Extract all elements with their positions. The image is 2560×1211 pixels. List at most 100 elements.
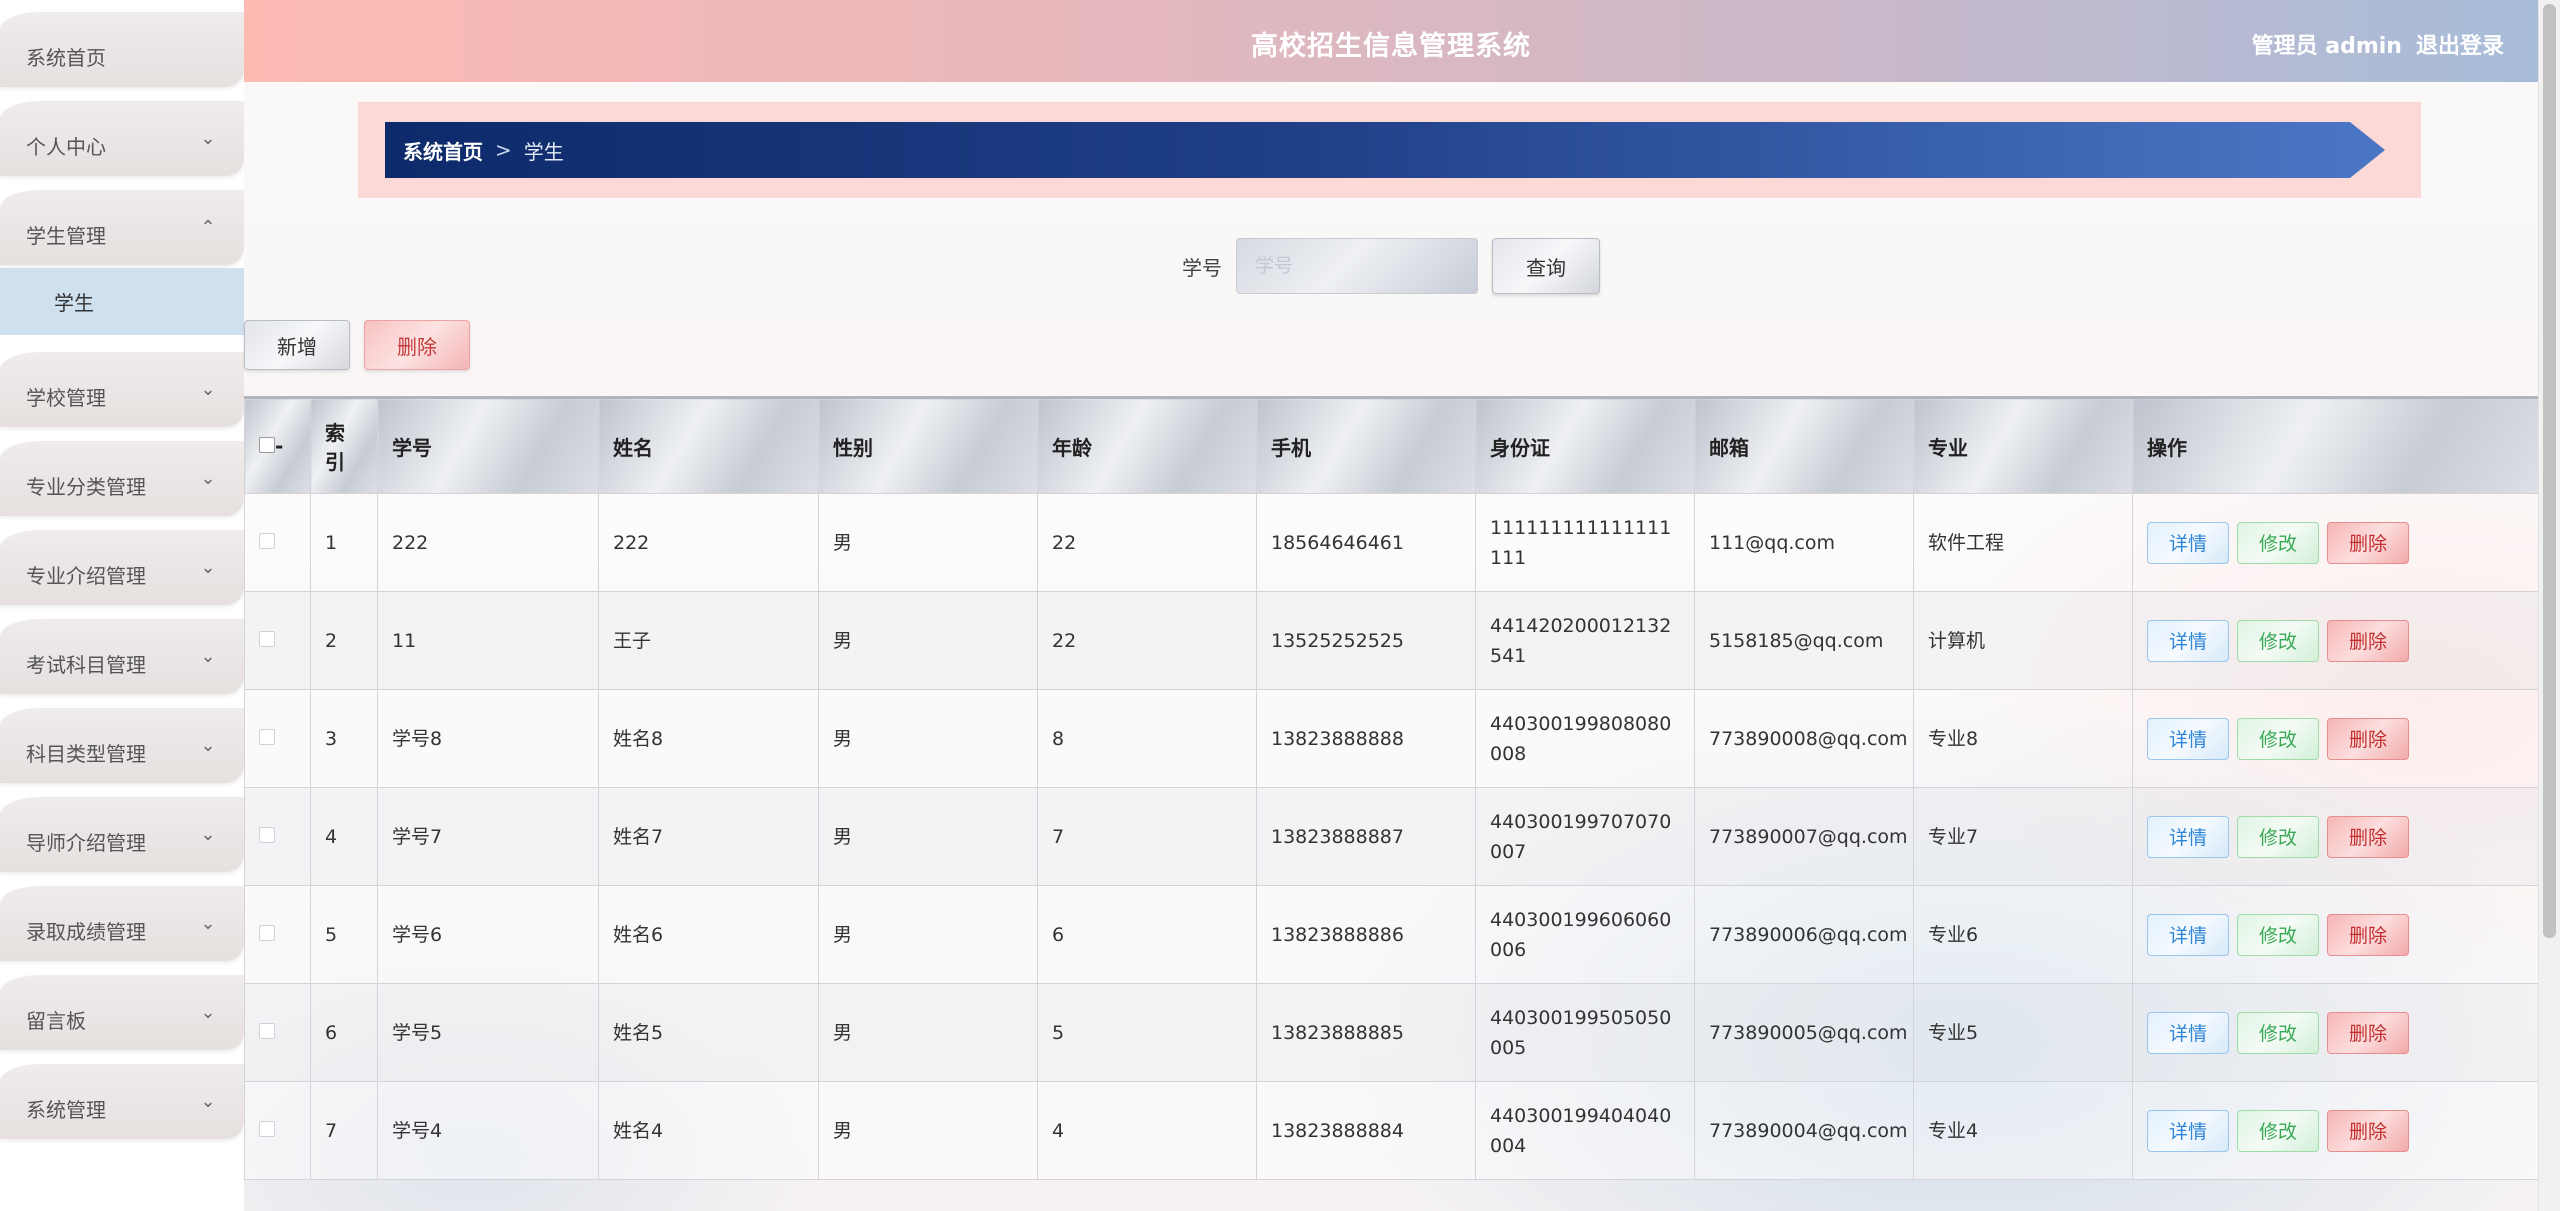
sidebar-item-admission-score[interactable]: 录取成绩管理 ⌄ [0, 886, 244, 961]
table-row: 5 学号6 姓名6 男 6 13823888886 440300199606060006 77… [244, 885, 2539, 984]
row-action-group: 详情 修改 删除 [2147, 815, 2524, 858]
add-button[interactable]: 新增 [244, 320, 350, 370]
row-delete-button[interactable]: 删除 [2327, 1109, 2409, 1152]
cell-id-card: 440300199606060006 [1475, 885, 1695, 984]
student-table: - 索引 学号 姓名 性别 年龄 手机 身份证 邮箱 专业 操作 1 222 222… [244, 396, 2539, 1180]
cell-phone: 13525252525 [1256, 591, 1476, 690]
cell-select [244, 591, 311, 690]
sidebar-item-major-category[interactable]: 专业分类管理 ⌄ [0, 441, 244, 516]
chevron-down-icon: ⌄ [200, 824, 216, 845]
sidebar-item-label: 科目类型管理 [26, 742, 146, 766]
chevron-down-icon: ⌄ [200, 646, 216, 667]
sidebar-item-message-board[interactable]: 留言板 ⌄ [0, 975, 244, 1050]
sidebar-item-tutor-intro[interactable]: 导师介绍管理 ⌄ [0, 797, 244, 872]
edit-button[interactable]: 修改 [2237, 1011, 2319, 1054]
edit-button[interactable]: 修改 [2237, 521, 2319, 564]
detail-button[interactable]: 详情 [2147, 1011, 2229, 1054]
sidebar-item-label: 学生管理 [26, 224, 106, 248]
header-user-area: 管理员 admin 退出登录 [2238, 28, 2504, 60]
chevron-down-icon: ⌄ [200, 735, 216, 756]
cell-index: 3 [310, 689, 378, 788]
sidebar-item-subject-type[interactable]: 科目类型管理 ⌄ [0, 708, 244, 783]
sidebar: 系统首页 个人中心 ⌄ 学生管理 ⌃ 学生 学校管理 ⌄ 专业分类管理 ⌄ 专业… [0, 0, 244, 1211]
cell-name: 姓名8 [598, 689, 819, 788]
detail-button[interactable]: 详情 [2147, 619, 2229, 662]
cell-gender: 男 [818, 787, 1038, 886]
detail-button[interactable]: 详情 [2147, 815, 2229, 858]
cell-index: 4 [310, 787, 378, 886]
search-bar: 学号 查询 [1182, 238, 1600, 294]
cell-email: 5158185@qq.com [1694, 591, 1914, 690]
cell-phone: 13823888885 [1256, 983, 1476, 1082]
sidebar-subitem-student[interactable]: 学生 [0, 268, 244, 335]
cell-select [244, 689, 311, 788]
top-header: 高校招生信息管理系统 管理员 admin 退出登录 [244, 0, 2538, 82]
sidebar-item-home[interactable]: 系统首页 [0, 12, 244, 87]
sidebar-item-student-management[interactable]: 学生管理 ⌃ [0, 190, 244, 265]
sidebar-item-major-intro[interactable]: 专业介绍管理 ⌄ [0, 530, 244, 605]
batch-delete-button[interactable]: 删除 [364, 320, 470, 370]
vertical-scrollbar[interactable] [2538, 0, 2560, 1211]
sidebar-item-exam-subject[interactable]: 考试科目管理 ⌄ [0, 619, 244, 694]
row-checkbox[interactable] [259, 630, 275, 647]
breadcrumb-separator: > [495, 138, 512, 162]
row-delete-button[interactable]: 删除 [2327, 521, 2409, 564]
cell-gender: 男 [818, 493, 1038, 592]
select-all-header[interactable]: - [244, 396, 311, 494]
sidebar-item-label: 学校管理 [26, 386, 106, 410]
detail-button[interactable]: 详情 [2147, 913, 2229, 956]
chevron-down-icon: ⌄ [200, 379, 216, 400]
cell-major: 专业5 [1913, 983, 2133, 1082]
cell-gender: 男 [818, 1081, 1038, 1180]
row-checkbox[interactable] [259, 532, 275, 549]
select-all-checkbox[interactable] [259, 437, 275, 453]
cell-phone: 13823888886 [1256, 885, 1476, 984]
breadcrumb-container: 系统首页 > 学生 [358, 102, 2421, 198]
chevron-down-icon: ⌄ [200, 913, 216, 934]
row-delete-button[interactable]: 删除 [2327, 815, 2409, 858]
row-delete-button[interactable]: 删除 [2327, 1011, 2409, 1054]
edit-button[interactable]: 修改 [2237, 913, 2319, 956]
detail-button[interactable]: 详情 [2147, 717, 2229, 760]
student-no-search-input[interactable] [1236, 238, 1478, 294]
cell-major: 专业7 [1913, 787, 2133, 886]
cell-id-card: 111111111111111111 [1475, 493, 1695, 592]
sidebar-item-personal-center[interactable]: 个人中心 ⌄ [0, 101, 244, 176]
logout-link[interactable]: 退出登录 [2416, 34, 2504, 59]
detail-button[interactable]: 详情 [2147, 1109, 2229, 1152]
row-checkbox[interactable] [259, 1120, 275, 1137]
edit-button[interactable]: 修改 [2237, 815, 2319, 858]
edit-button[interactable]: 修改 [2237, 1109, 2319, 1152]
table-body: 1 222 222 男 22 18564646461 111111111111111111 1… [244, 493, 2539, 1180]
admin-username: 管理员 admin [2251, 34, 2402, 59]
cell-actions: 详情 修改 删除 [2132, 885, 2539, 984]
row-checkbox[interactable] [259, 1022, 275, 1039]
table-row: 6 学号5 姓名5 男 5 13823888885 440300199505050005 77… [244, 983, 2539, 1082]
row-delete-button[interactable]: 删除 [2327, 619, 2409, 662]
table-row: 3 学号8 姓名8 男 8 13823888888 440300199808080008 77… [244, 689, 2539, 788]
search-button[interactable]: 查询 [1492, 238, 1600, 294]
breadcrumb-home[interactable]: 系统首页 [403, 136, 483, 165]
cell-select [244, 1081, 311, 1180]
sidebar-item-label: 专业分类管理 [26, 475, 146, 499]
cell-gender: 男 [818, 689, 1038, 788]
edit-button[interactable]: 修改 [2237, 717, 2319, 760]
chevron-down-icon: ⌄ [200, 1002, 216, 1023]
breadcrumb: 系统首页 > 学生 [385, 122, 2385, 178]
cell-actions: 详情 修改 删除 [2132, 591, 2539, 690]
cell-major: 专业4 [1913, 1081, 2133, 1180]
cell-email: 773890005@qq.com [1694, 983, 1914, 1082]
row-delete-button[interactable]: 删除 [2327, 913, 2409, 956]
row-checkbox[interactable] [259, 728, 275, 745]
scrollbar-thumb[interactable] [2543, 4, 2556, 938]
row-checkbox[interactable] [259, 924, 275, 941]
row-delete-button[interactable]: 删除 [2327, 717, 2409, 760]
sidebar-item-school-management[interactable]: 学校管理 ⌄ [0, 352, 244, 427]
row-checkbox[interactable] [259, 826, 275, 843]
detail-button[interactable]: 详情 [2147, 521, 2229, 564]
edit-button[interactable]: 修改 [2237, 619, 2319, 662]
table-row: 4 学号7 姓名7 男 7 13823888887 440300199707070007 77… [244, 787, 2539, 886]
chevron-up-icon: ⌃ [200, 217, 216, 238]
sidebar-item-system-management[interactable]: 系统管理 ⌄ [0, 1064, 244, 1139]
cell-index: 5 [310, 885, 378, 984]
